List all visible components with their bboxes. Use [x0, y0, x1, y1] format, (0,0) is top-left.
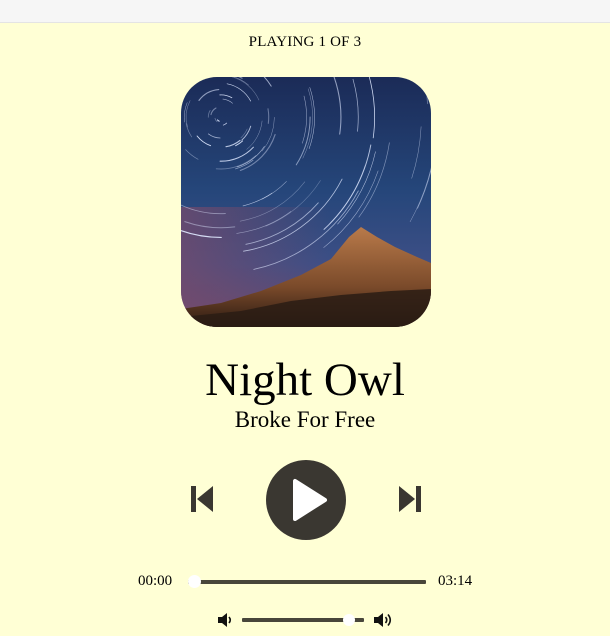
- seek-thumb[interactable]: [188, 575, 201, 588]
- album-art: [181, 77, 431, 327]
- volume-thumb[interactable]: [343, 614, 356, 626]
- skip-next-icon: [399, 486, 421, 512]
- previous-track-button[interactable]: [188, 483, 216, 515]
- volume-up-button[interactable]: [373, 611, 395, 629]
- volume-slider[interactable]: [242, 612, 364, 628]
- now-playing-status: PLAYING 1 OF 3: [248, 34, 362, 50]
- browser-top-strip: [0, 0, 610, 23]
- next-track-button[interactable]: [396, 483, 424, 515]
- volume-up-icon: [374, 613, 392, 627]
- track-title: Night Owl: [205, 354, 405, 406]
- play-button[interactable]: [266, 460, 346, 540]
- track-duration: 03:14: [438, 573, 473, 589]
- seek-slider[interactable]: [188, 573, 428, 591]
- track-artist: Broke For Free: [234, 407, 376, 432]
- volume-down-icon: [218, 613, 232, 627]
- play-icon: [293, 479, 327, 521]
- volume-down-button[interactable]: [217, 612, 233, 628]
- current-time: 00:00: [138, 573, 173, 589]
- seek-track: [188, 580, 426, 584]
- skip-previous-icon: [191, 486, 213, 512]
